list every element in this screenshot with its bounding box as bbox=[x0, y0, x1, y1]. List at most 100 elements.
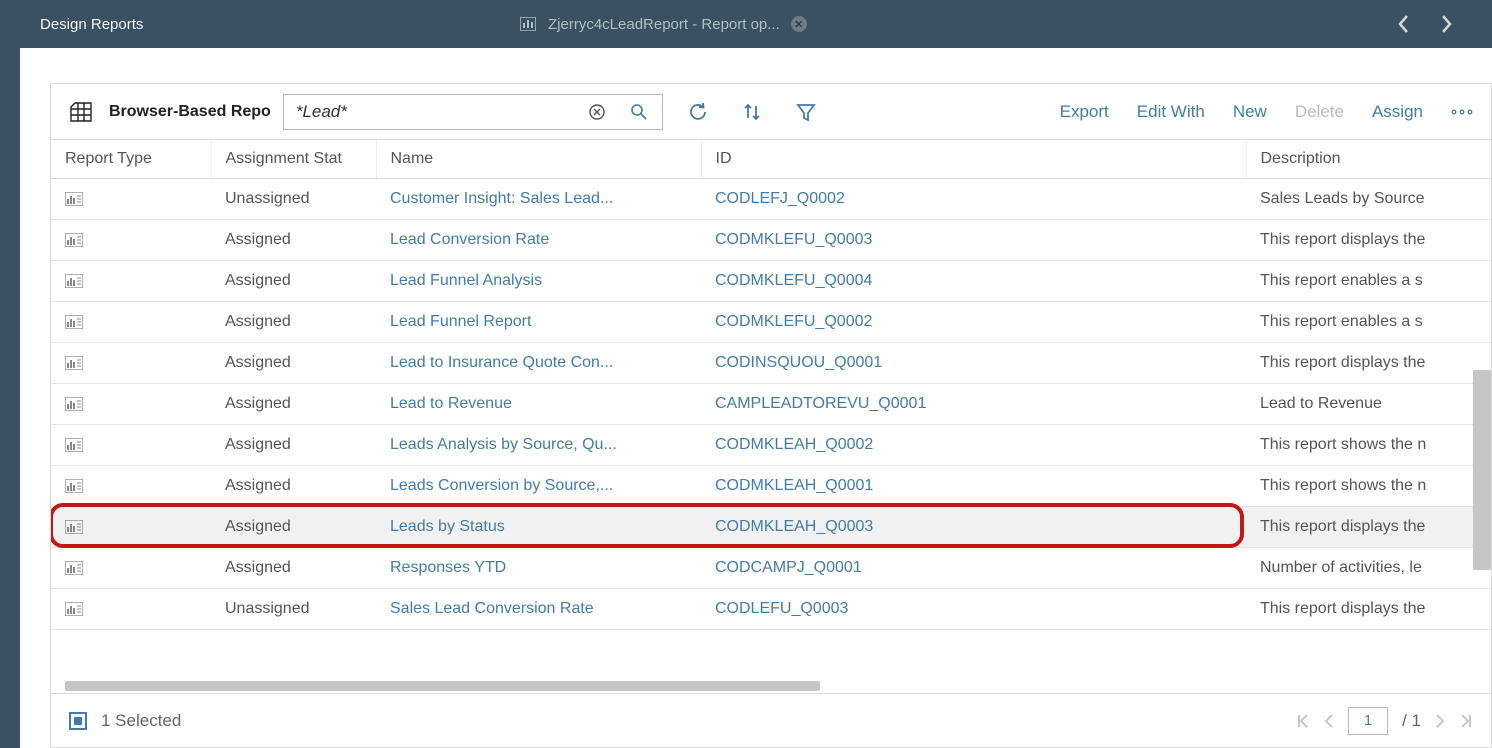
cell-name[interactable]: Responses YTD bbox=[376, 548, 701, 589]
cell-id[interactable]: CODMKLEFU_Q0004 bbox=[701, 261, 1246, 302]
refresh-icon[interactable] bbox=[679, 101, 717, 123]
horizontal-scroll-track bbox=[51, 679, 1491, 693]
vertical-scrollbar[interactable] bbox=[1473, 370, 1491, 570]
cell-description: This report displays the bbox=[1246, 343, 1491, 384]
search-box bbox=[283, 94, 663, 130]
table-row[interactable]: AssignedLeads Analysis by Source, Qu...C… bbox=[51, 425, 1491, 466]
new-button[interactable]: New bbox=[1233, 102, 1267, 122]
search-input[interactable] bbox=[284, 95, 578, 129]
cell-description: This report shows the n bbox=[1246, 425, 1491, 466]
export-button[interactable]: Export bbox=[1060, 102, 1109, 122]
cell-name[interactable]: Lead to Revenue bbox=[376, 384, 701, 425]
tab-label: Design Reports bbox=[40, 16, 143, 33]
table-row[interactable]: AssignedLeads by StatusCODMKLEAH_Q0003Th… bbox=[51, 507, 1491, 548]
cell-name[interactable]: Sales Lead Conversion Rate bbox=[376, 589, 701, 630]
table-row[interactable]: AssignedLead to Insurance Quote Con...CO… bbox=[51, 343, 1491, 384]
clear-icon[interactable] bbox=[578, 103, 616, 121]
cell-type bbox=[51, 384, 211, 425]
cell-id[interactable]: CODMKLEFU_Q0003 bbox=[701, 220, 1246, 261]
table-row[interactable]: AssignedResponses YTDCODCAMPJ_Q0001Numbe… bbox=[51, 548, 1491, 589]
cell-id[interactable]: CODLEFU_Q0003 bbox=[701, 589, 1246, 630]
cell-id[interactable]: CAMPLEADTOREVU_Q0001 bbox=[701, 384, 1246, 425]
cell-id[interactable]: CODMKLEAH_Q0003 bbox=[701, 507, 1246, 548]
tab-nav-arrows bbox=[1398, 0, 1492, 48]
filter-icon[interactable] bbox=[787, 101, 825, 123]
table-container: Report Type Assignment Stat Name ID Desc… bbox=[51, 140, 1491, 679]
search-icon[interactable] bbox=[616, 103, 662, 121]
cell-description: This report displays the bbox=[1246, 589, 1491, 630]
table-row[interactable]: AssignedLead to RevenueCAMPLEADTOREVU_Q0… bbox=[51, 384, 1491, 425]
nav-next-icon[interactable] bbox=[1440, 14, 1452, 34]
report-type-icon bbox=[65, 233, 197, 247]
page-input[interactable] bbox=[1348, 707, 1388, 735]
assign-button[interactable]: Assign bbox=[1372, 102, 1423, 122]
left-rail bbox=[0, 0, 20, 748]
cell-name[interactable]: Leads Conversion by Source,... bbox=[376, 466, 701, 507]
report-type-icon bbox=[65, 520, 197, 534]
table-row[interactable]: AssignedLead Funnel AnalysisCODMKLEFU_Q0… bbox=[51, 261, 1491, 302]
cell-status: Unassigned bbox=[211, 179, 376, 220]
cell-status: Unassigned bbox=[211, 589, 376, 630]
table-row[interactable]: AssignedLead Funnel ReportCODMKLEFU_Q000… bbox=[51, 302, 1491, 343]
first-page-icon bbox=[1296, 713, 1310, 729]
prev-page-icon bbox=[1324, 713, 1334, 729]
cell-type bbox=[51, 343, 211, 384]
table-row[interactable]: UnassignedSales Lead Conversion RateCODL… bbox=[51, 589, 1491, 630]
cell-name[interactable]: Lead Funnel Analysis bbox=[376, 261, 701, 302]
col-assignment-status[interactable]: Assignment Stat bbox=[211, 140, 376, 179]
cell-id[interactable]: CODLEFJ_Q0002 bbox=[701, 179, 1246, 220]
cell-description: This report enables a s bbox=[1246, 302, 1491, 343]
select-all-checkbox[interactable] bbox=[69, 712, 87, 730]
table-row[interactable]: AssignedLead Conversion RateCODMKLEFU_Q0… bbox=[51, 220, 1491, 261]
cell-id[interactable]: CODCAMPJ_Q0001 bbox=[701, 548, 1246, 589]
table-row[interactable]: UnassignedCustomer Insight: Sales Lead..… bbox=[51, 179, 1491, 220]
cell-name[interactable]: Leads Analysis by Source, Qu... bbox=[376, 425, 701, 466]
cell-name[interactable]: Customer Insight: Sales Lead... bbox=[376, 179, 701, 220]
toolbar: Browser-Based Repo Export E bbox=[51, 84, 1491, 140]
col-report-type[interactable]: Report Type bbox=[51, 140, 211, 179]
cell-name[interactable]: Leads by Status bbox=[376, 507, 701, 548]
cell-description: This report enables a s bbox=[1246, 261, 1491, 302]
cell-type bbox=[51, 179, 211, 220]
tab-design-reports[interactable]: Design Reports bbox=[20, 0, 500, 48]
cell-status: Assigned bbox=[211, 507, 376, 548]
cell-type bbox=[51, 425, 211, 466]
cell-type bbox=[51, 548, 211, 589]
cell-type bbox=[51, 261, 211, 302]
report-type-icon bbox=[65, 561, 197, 575]
col-description[interactable]: Description bbox=[1246, 140, 1491, 179]
more-icon[interactable] bbox=[1451, 108, 1473, 116]
horizontal-scrollbar[interactable] bbox=[65, 681, 820, 691]
cell-id[interactable]: CODMKLEFU_Q0002 bbox=[701, 302, 1246, 343]
cell-status: Assigned bbox=[211, 466, 376, 507]
cell-status: Assigned bbox=[211, 220, 376, 261]
footer: 1 Selected / 1 bbox=[51, 693, 1491, 747]
report-type-icon bbox=[65, 315, 197, 329]
tab-open-report[interactable]: Zjerryc4cLeadReport - Report op... ✕ bbox=[500, 0, 815, 48]
table-row[interactable]: AssignedLeads Conversion by Source,...CO… bbox=[51, 466, 1491, 507]
report-type-icon bbox=[65, 356, 197, 370]
tab-label: Zjerryc4cLeadReport - Report op... bbox=[548, 16, 780, 33]
cell-description: This report displays the bbox=[1246, 507, 1491, 548]
sort-icon[interactable] bbox=[733, 101, 771, 123]
cell-description: This report displays the bbox=[1246, 220, 1491, 261]
content-panel: Browser-Based Repo Export E bbox=[50, 83, 1492, 748]
col-name[interactable]: Name bbox=[376, 140, 701, 179]
last-page-icon bbox=[1459, 713, 1473, 729]
cell-status: Assigned bbox=[211, 261, 376, 302]
cell-status: Assigned bbox=[211, 384, 376, 425]
nav-prev-icon[interactable] bbox=[1398, 14, 1410, 34]
cell-name[interactable]: Lead Funnel Report bbox=[376, 302, 701, 343]
cell-id[interactable]: CODINSQUOU_Q0001 bbox=[701, 343, 1246, 384]
cell-id[interactable]: CODMKLEAH_Q0001 bbox=[701, 466, 1246, 507]
cell-id[interactable]: CODMKLEAH_Q0002 bbox=[701, 425, 1246, 466]
page-total: / 1 bbox=[1402, 711, 1421, 731]
cell-type bbox=[51, 589, 211, 630]
cell-name[interactable]: Lead to Insurance Quote Con... bbox=[376, 343, 701, 384]
col-id[interactable]: ID bbox=[701, 140, 1246, 179]
cell-name[interactable]: Lead Conversion Rate bbox=[376, 220, 701, 261]
edit-with-button[interactable]: Edit With bbox=[1137, 102, 1205, 122]
close-icon[interactable]: ✕ bbox=[791, 16, 807, 32]
grid-icon bbox=[69, 101, 93, 123]
report-type-icon bbox=[65, 274, 197, 288]
